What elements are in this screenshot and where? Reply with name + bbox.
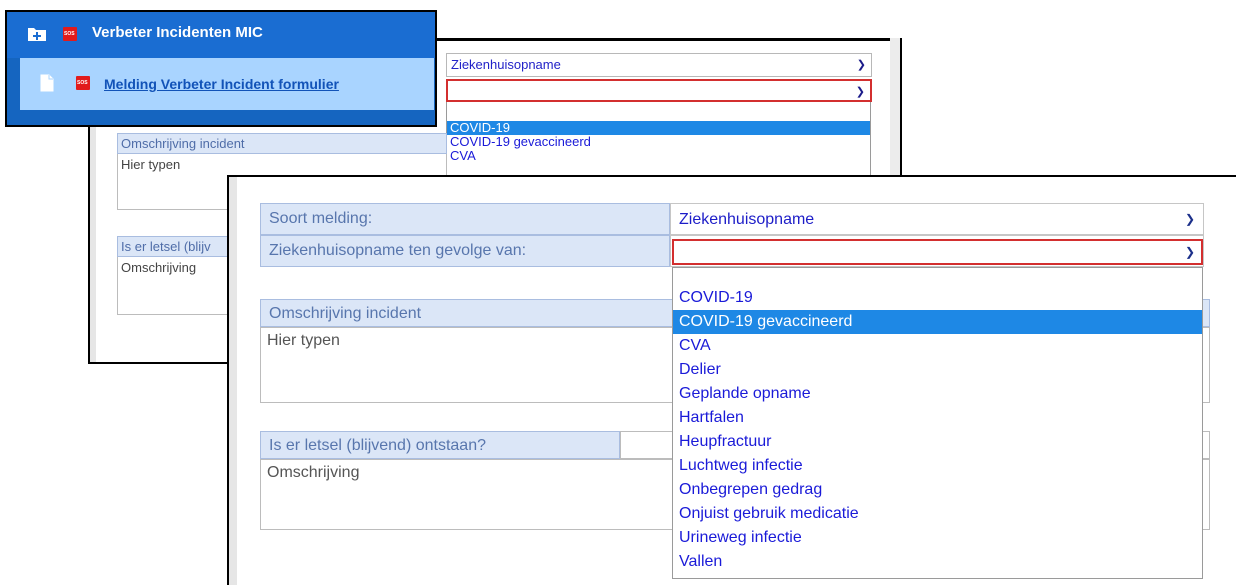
dropdown-option[interactable]: Luchtweg infectie [673,454,1202,478]
dropdown-option[interactable]: COVID-19 gevaccineerd [447,135,870,149]
dropdown-option[interactable]: CVA [673,334,1202,358]
gevolge-select-back[interactable]: ❯ [446,79,872,102]
gevolge-dropdown-list: COVID-19 COVID-19 gevaccineerd CVA Delie… [672,267,1203,579]
soort-melding-label: Soort melding: [260,203,670,235]
letsel-header-back: Is er letsel (blijv [117,236,235,257]
gevolge-cell: ❯ [670,235,1204,267]
chevron-down-icon: ❯ [855,86,865,98]
dropdown-option[interactable]: Onbegrepen gedrag [673,478,1202,502]
soort-melding-cell: Ziekenhuisopname ❯ [670,203,1204,235]
sos-icon [76,76,90,90]
omschrijving-header-back: Omschrijving incident [117,133,447,154]
window-left-frame [229,177,237,585]
nav-header[interactable]: Verbeter Incidenten MIC [7,12,435,58]
soort-melding-select[interactable]: Ziekenhuisopname ❯ [673,206,1201,233]
gevolge-select[interactable]: ❯ [672,239,1203,265]
nav-item-melding[interactable]: Melding Verbeter Incident formulier [20,58,434,110]
nav-title: Verbeter Incidenten MIC [92,24,263,41]
dropdown-list-back: COVID-19 COVID-19 gevaccineerd CVA [446,102,871,178]
melding-formulier-link[interactable]: Melding Verbeter Incident formulier [104,76,339,92]
dropdown-option[interactable]: COVID-19 [447,121,870,135]
dropdown-option[interactable]: Urineweg infectie [673,526,1202,550]
navigation-panel: Verbeter Incidenten MIC Melding Verbeter… [5,10,437,127]
dropdown-option[interactable]: Heupfractuur [673,430,1202,454]
dropdown-option[interactable]: Geplande opname [673,382,1202,406]
chevron-down-icon: ❯ [1184,245,1195,259]
dropdown-option[interactable]: Vallen [673,550,1202,574]
soort-melding-select-back[interactable]: Ziekenhuisopname ❯ [446,53,872,77]
chevron-down-icon: ❯ [856,59,866,71]
form-window: Soort melding: Ziekenhuisopname ❯ Zieken… [227,175,1236,585]
dropdown-option[interactable]: Onjuist gebruik medicatie [673,502,1202,526]
folder-plus-icon [28,28,46,41]
document-icon [40,74,54,92]
gevolge-label: Ziekenhuisopname ten gevolge van: [260,235,670,267]
dropdown-option[interactable]: COVID-19 [673,286,1202,310]
sos-icon [63,27,77,41]
dropdown-option[interactable]: CVA [447,149,870,163]
dropdown-option-selected[interactable]: COVID-19 gevaccineerd [673,310,1202,334]
soort-melding-value: Ziekenhuisopname [451,57,561,72]
dropdown-option[interactable]: Delier [673,358,1202,382]
dropdown-option[interactable]: Hartfalen [673,406,1202,430]
soort-melding-value: Ziekenhuisopname [679,211,815,228]
letsel-header: Is er letsel (blijvend) ontstaan? [260,431,620,459]
chevron-down-icon: ❯ [1184,212,1195,226]
letsel-textarea-back[interactable]: Omschrijving [117,257,235,315]
